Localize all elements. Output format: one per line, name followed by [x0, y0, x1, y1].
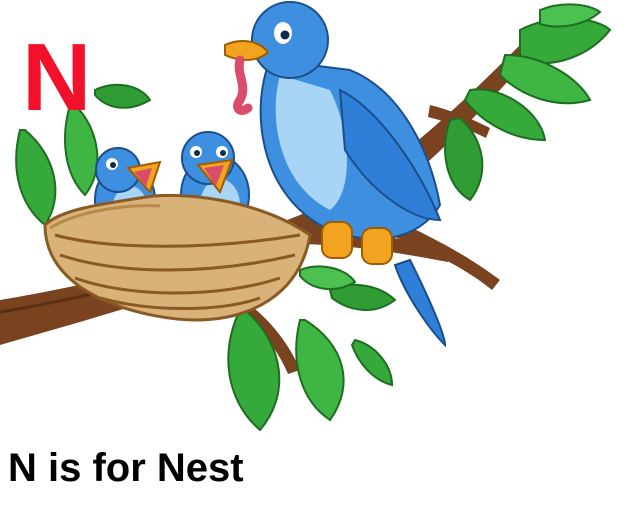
leaf: [350, 338, 394, 387]
caption-text: N is for Nest: [8, 446, 244, 490]
leaf: [94, 83, 152, 109]
leaf-cluster-top-right: [444, 3, 612, 202]
leaf: [498, 53, 592, 105]
worm: [233, 55, 253, 115]
leaf: [295, 319, 345, 422]
featured-letter: N: [22, 24, 92, 131]
leaf: [299, 265, 357, 291]
leaf: [15, 129, 57, 227]
